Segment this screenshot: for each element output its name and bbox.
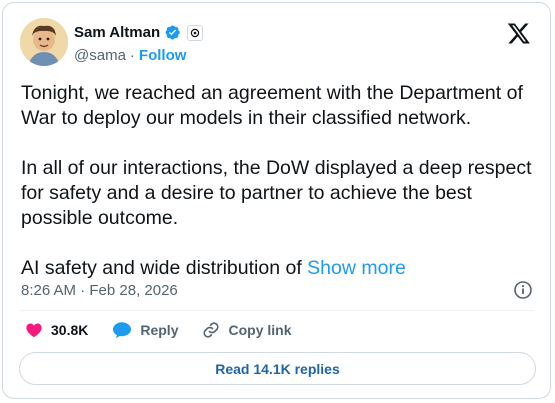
divider <box>19 310 534 311</box>
like-button[interactable]: 30.8K <box>25 321 88 339</box>
copy-link-label: Copy link <box>228 322 292 338</box>
tweet-card: Sam Altman @sama · Follow Tonight, we re… <box>2 2 551 399</box>
tweet-paragraph-text: AI safety and wide distribution of <box>21 257 308 279</box>
follow-button[interactable]: Follow <box>139 47 187 64</box>
openai-logo-icon[interactable] <box>187 24 204 41</box>
tweet-paragraph-last: AI safety and wide distribution of Show … <box>21 256 541 281</box>
timestamp[interactable]: 8:26 AM · Feb 28, 2026 <box>21 282 178 299</box>
heart-icon <box>26 323 42 338</box>
avatar[interactable] <box>20 18 68 66</box>
x-logo-icon[interactable] <box>507 21 531 45</box>
show-more-link[interactable]: Show more <box>307 257 406 279</box>
verified-badge-icon <box>165 25 180 40</box>
tweet-text: Tonight, we reached an agreement with th… <box>21 81 541 306</box>
author-name[interactable]: Sam Altman <box>74 24 160 41</box>
like-count: 30.8K <box>51 322 89 338</box>
read-replies-button[interactable]: Read 14.1K replies <box>19 352 536 385</box>
handle-row: @sama · Follow <box>74 47 186 64</box>
action-bar: 30.8K Reply Copy link <box>25 321 316 339</box>
tweet-paragraph: In all of our interactions, the DoW disp… <box>21 157 532 229</box>
tweet-paragraph: Tonight, we reached an agreement with th… <box>21 82 523 129</box>
link-icon <box>203 322 220 338</box>
reply-bubble-icon <box>113 322 132 339</box>
info-icon[interactable] <box>513 280 533 300</box>
author-handle[interactable]: @sama <box>74 47 126 64</box>
copy-link-button[interactable]: Copy link <box>202 321 292 339</box>
reply-label: Reply <box>140 322 179 338</box>
reply-button[interactable]: Reply <box>112 321 178 339</box>
separator-dot: · <box>129 47 135 64</box>
author-name-row: Sam Altman <box>74 24 204 41</box>
